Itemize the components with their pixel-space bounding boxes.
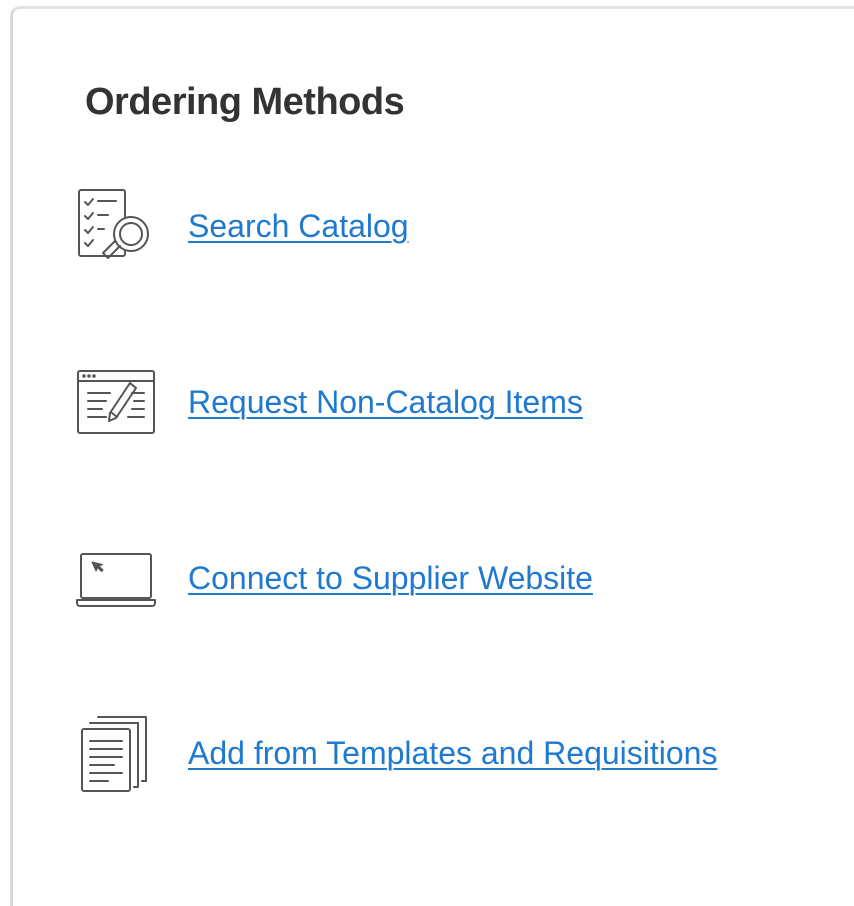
method-request-non-catalog: Request Non-Catalog Items <box>76 362 583 442</box>
request-non-catalog-link[interactable]: Request Non-Catalog Items <box>188 384 583 421</box>
add-from-templates-link[interactable]: Add from Templates and Requisitions <box>188 735 717 772</box>
checklist-magnifier-icon <box>76 186 158 266</box>
method-search-catalog: Search Catalog <box>76 186 409 266</box>
form-pencil-icon <box>76 362 158 442</box>
method-connect-supplier: Connect to Supplier Website <box>76 538 593 618</box>
laptop-cursor-icon <box>76 538 158 618</box>
search-catalog-link[interactable]: Search Catalog <box>188 208 409 245</box>
stacked-documents-icon <box>76 713 158 793</box>
panel-title: Ordering Methods <box>85 81 405 123</box>
connect-supplier-link[interactable]: Connect to Supplier Website <box>188 560 593 597</box>
method-add-from-templates: Add from Templates and Requisitions <box>76 713 717 793</box>
